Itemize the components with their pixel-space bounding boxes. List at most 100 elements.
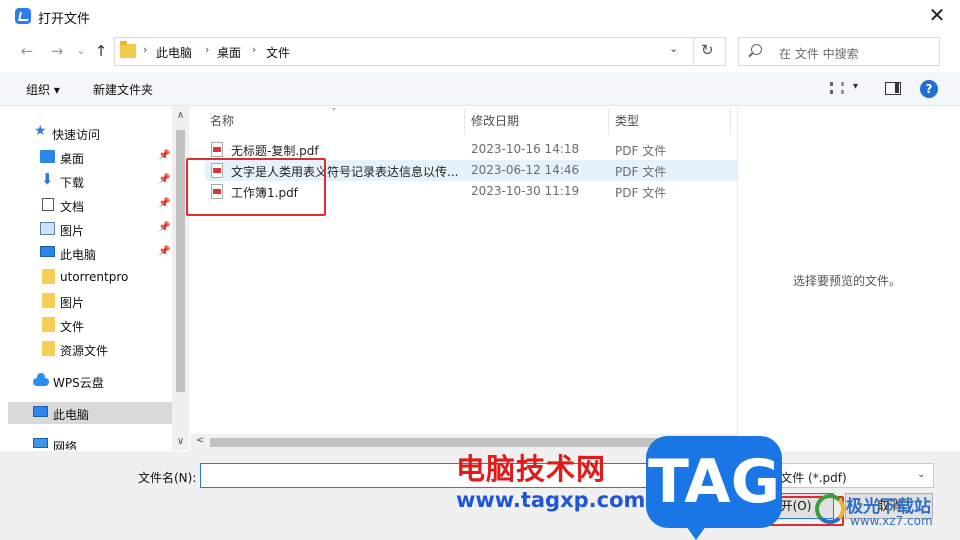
file-row[interactable]: 无标题-复制.pdf 2023-10-16 14:18 PDF 文件 (205, 139, 737, 160)
navigation-bar: ← → ⌄ ↑ › 此电脑 › 桌面 › 文件 ⌄ ↻ 在 文件 中搜索 (0, 34, 960, 68)
file-date: 2023-10-30 11:19 (471, 184, 580, 198)
chevron-down-icon[interactable]: ▾ (853, 81, 858, 92)
computer-icon (40, 246, 55, 257)
sidebar-item-utorrentpro[interactable]: utorrentpro (8, 266, 172, 288)
sidebar-item-label: utorrentpro (60, 270, 129, 284)
command-toolbar: 组织 ▾ 新建文件夹 ▾ ? (0, 72, 960, 106)
sidebar-item-files-folder[interactable]: 文件 (8, 314, 172, 336)
preview-pane: 选择要预览的文件。 (737, 106, 960, 451)
scroll-thumb[interactable] (176, 130, 185, 392)
refresh-icon[interactable]: ↻ (701, 41, 714, 59)
watermark-cn-text: 电脑技术网 (456, 452, 607, 486)
sidebar-item-label: 图片 (60, 296, 85, 310)
address-bar[interactable]: › 此电脑 › 桌面 › 文件 ⌄ ↻ (114, 37, 726, 66)
sidebar-item-label: 资源文件 (60, 344, 109, 358)
breadcrumb-this-pc[interactable]: 此电脑 (156, 44, 192, 61)
chevron-right-icon: › (252, 43, 257, 56)
chevron-down-icon: ⌄ (917, 469, 926, 480)
sidebar-item-pictures-folder[interactable]: 图片 (8, 290, 172, 312)
file-type: PDF 文件 (615, 144, 667, 158)
sidebar-item-label: 快速访问 (52, 128, 101, 142)
recent-locations-button[interactable]: ⌄ (70, 40, 92, 62)
column-header-type[interactable]: 类型 (615, 112, 639, 129)
new-folder-button[interactable]: 新建文件夹 (93, 81, 153, 98)
sidebar-item-label: 此电脑 (60, 248, 97, 262)
sidebar-item-wps-cloud[interactable]: WPS云盘 (8, 370, 172, 392)
pin-icon: 📌 (158, 174, 171, 185)
breadcrumb-files[interactable]: 文件 (266, 44, 290, 61)
pin-icon: 📌 (158, 222, 171, 233)
sidebar-item-label: 文件 (60, 320, 85, 334)
computer-icon (33, 406, 48, 417)
sidebar-item-this-pc[interactable]: 此电脑 (8, 402, 172, 424)
app-icon (15, 8, 31, 24)
column-divider[interactable] (730, 108, 731, 134)
sidebar-item-label: 下载 (60, 176, 85, 190)
file-date: 2023-10-16 14:18 (471, 142, 580, 156)
sidebar-item-desktop[interactable]: 桌面 📌 (8, 146, 172, 168)
sidebar-item-label: 图片 (60, 224, 85, 238)
pin-icon: 📌 (158, 150, 171, 161)
sidebar-item-documents[interactable]: 文档 📌 (8, 194, 172, 216)
picture-icon (40, 222, 55, 235)
column-header-name[interactable]: 名称 (210, 112, 234, 129)
sidebar-item-label: 桌面 (60, 152, 85, 166)
preview-message: 选择要预览的文件。 (793, 274, 902, 288)
file-list: ⌄ 名称 修改日期 类型 无标题-复制.pdf 2023-10-16 14:18… (190, 103, 737, 436)
folder-icon (42, 317, 55, 332)
pin-icon: 📌 (158, 246, 171, 257)
file-type: PDF 文件 (615, 165, 667, 179)
cloud-icon (33, 373, 49, 386)
search-box[interactable]: 在 文件 中搜索 (738, 37, 940, 66)
watermark-url: www.tagxp.com (456, 488, 646, 512)
sidebar-item-label: WPS云盘 (53, 376, 104, 390)
sidebar-item-label: 此电脑 (53, 408, 90, 422)
chevron-right-icon: › (143, 43, 148, 56)
scroll-left-icon[interactable]: < (196, 435, 204, 446)
column-divider[interactable] (464, 108, 465, 134)
view-options-icon[interactable] (830, 82, 844, 94)
preview-pane-icon[interactable] (885, 82, 901, 95)
sidebar-item-label: 网络 (53, 440, 78, 450)
desktop-icon (40, 150, 55, 163)
folder-icon (42, 269, 55, 284)
download-icon: ⬇ (41, 170, 54, 188)
scroll-up-icon[interactable]: ∧ (172, 110, 189, 121)
sidebar-item-resources[interactable]: 资源文件 (8, 338, 172, 360)
watermark-logo-url: www.xz7.com (850, 514, 933, 528)
sidebar-item-pictures[interactable]: 图片 📌 (8, 218, 172, 240)
pdf-file-icon (211, 142, 223, 157)
folder-icon (42, 293, 55, 308)
back-button[interactable]: ← (16, 40, 38, 62)
watermark-tag-badge: TAG (646, 436, 782, 540)
watermark-logo-icon (815, 494, 845, 524)
sidebar-item-this-pc-pinned[interactable]: 此电脑 📌 (8, 242, 172, 264)
navigation-pane: ★ 快速访问 桌面 📌 ⬇ 下载 📌 文档 📌 图片 📌 此电脑 📌 utorr… (8, 106, 172, 450)
sidebar-item-quick-access[interactable]: ★ 快速访问 (8, 122, 172, 144)
close-button[interactable]: ✕ (925, 4, 949, 28)
chevron-down-icon[interactable]: ⌄ (669, 42, 678, 55)
document-icon (42, 198, 54, 211)
sidebar-item-network[interactable]: 网络 (8, 434, 172, 450)
sidebar-item-label: 文档 (60, 200, 85, 214)
sort-indicator-icon: ⌄ (330, 103, 338, 113)
up-button[interactable]: ↑ (90, 40, 112, 62)
forward-button[interactable]: → (46, 40, 68, 62)
title-bar: 打开文件 ✕ (0, 0, 960, 32)
search-placeholder: 在 文件 中搜索 (779, 47, 859, 61)
file-name: 无标题-复制.pdf (231, 144, 319, 158)
scroll-down-icon[interactable]: ∨ (172, 436, 189, 447)
annotation-highlight-box (186, 158, 326, 216)
network-icon (33, 438, 48, 448)
sidebar-item-downloads[interactable]: ⬇ 下载 📌 (8, 170, 172, 192)
column-divider[interactable] (608, 108, 609, 134)
help-icon[interactable]: ? (920, 80, 938, 98)
chevron-right-icon: › (205, 43, 210, 56)
organize-menu[interactable]: 组织 ▾ (26, 81, 60, 98)
window-title: 打开文件 (38, 12, 91, 27)
pin-icon: 📌 (158, 198, 171, 209)
file-type: PDF 文件 (615, 186, 667, 200)
search-icon (751, 44, 762, 55)
breadcrumb-desktop[interactable]: 桌面 (217, 44, 241, 61)
column-header-date[interactable]: 修改日期 (471, 112, 519, 129)
